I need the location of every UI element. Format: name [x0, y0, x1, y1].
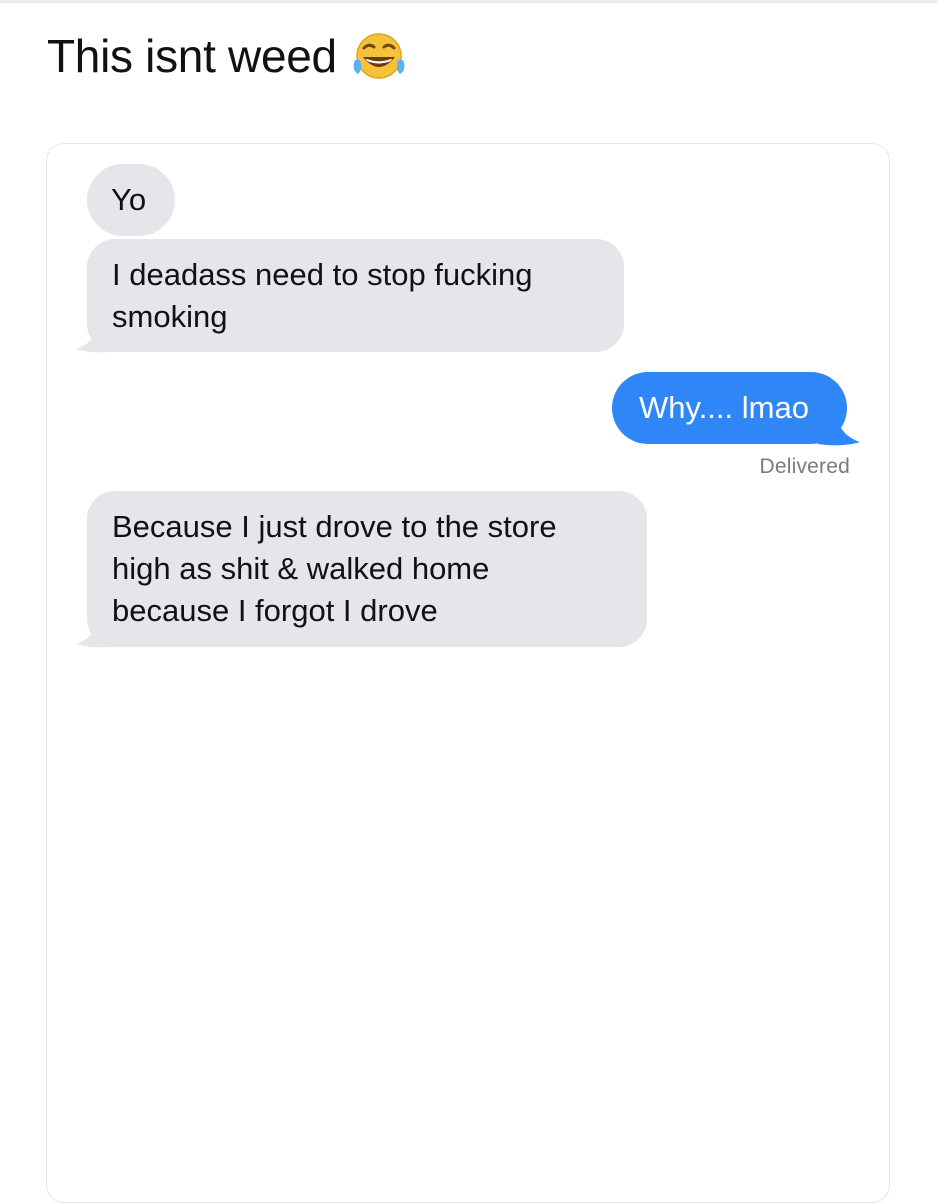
top-divider — [0, 0, 937, 3]
message-text: Yo — [111, 182, 147, 217]
message-bubble-incoming: I deadass need to stop fucking smoking — [87, 239, 624, 352]
message-text: high as shit & walked home — [112, 551, 490, 586]
post-title: This isnt weed — [47, 30, 337, 82]
face-with-tears-of-joy-icon — [353, 33, 405, 79]
message-bubble-incoming: Because I just drove to the store high a… — [87, 491, 647, 647]
message-text: Why.... lmao — [639, 390, 809, 425]
message-text: because I forgot I drove — [112, 593, 438, 628]
delivery-status: Delivered — [759, 455, 850, 478]
message-bubble-incoming: Yo — [87, 164, 175, 236]
post-caption: This isnt weed — [47, 26, 407, 86]
message-text: I deadass need to stop fucking — [112, 257, 533, 292]
message-text: smoking — [112, 299, 228, 334]
message-bubble-outgoing: Why.... lmao — [612, 372, 847, 444]
message-text: Because I just drove to the store — [112, 509, 557, 544]
